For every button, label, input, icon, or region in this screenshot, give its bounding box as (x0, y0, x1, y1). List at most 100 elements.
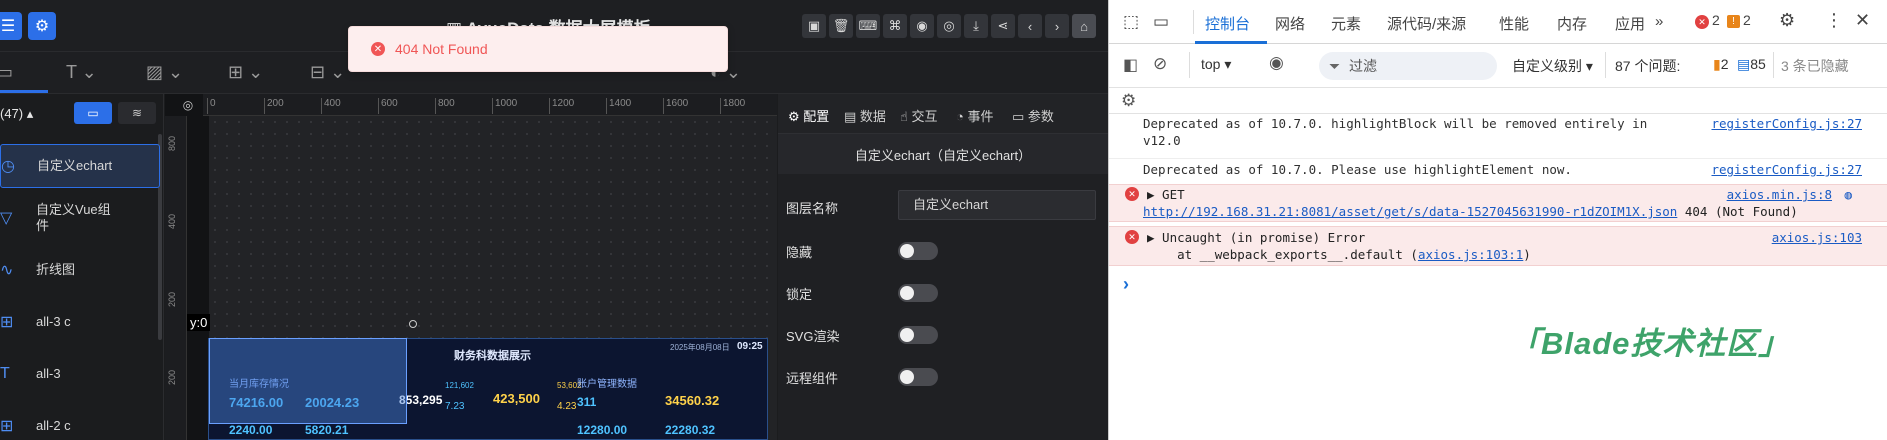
console-message: Deprecated as of 10.7.0. highlightBlock … (1143, 116, 1862, 148)
tab-elements[interactable]: 元素 (1331, 13, 1361, 34)
ruler-top: 0 200 400 600 800 1000 1200 1400 1600 1800 (203, 94, 777, 116)
hide-label: 隐藏 (786, 245, 813, 260)
settings-button[interactable]: ⚙ (28, 12, 56, 40)
settings-gear-icon[interactable]: ⚙ (1779, 10, 1795, 31)
toast-message: 404 Not Found (395, 41, 488, 57)
issues-warning[interactable]: ▮2 (1713, 56, 1729, 73)
tool-active-indicator (0, 90, 48, 93)
issues-info[interactable]: ▤85 (1737, 56, 1766, 73)
tab-memory[interactable]: 内存 (1557, 13, 1587, 34)
source-link[interactable]: axios.js:103 (1772, 230, 1862, 245)
sidebar-toggle-icon[interactable]: ◧ (1123, 55, 1138, 75)
layer-item[interactable]: ⊞ all-2 c (0, 404, 160, 440)
warning-count-icon[interactable]: ! (1727, 15, 1740, 28)
ruler-tick: 1800 (720, 98, 745, 114)
chart-icon: ◷ (1, 158, 15, 175)
property-panel: ⚙ 配置 ▤ 数据 ☝ 交互 ◔ 事件 ▭ 参数 自定义echart（自定义ec… (778, 94, 1108, 440)
vue-icon: ▽ (0, 210, 13, 227)
error-count[interactable]: 2 (1712, 12, 1720, 28)
keyboard-icon[interactable]: ⌨ (856, 14, 880, 38)
desktop-view-icon[interactable]: ▭ (74, 102, 112, 124)
source-link[interactable]: registerConfig.js:27 (1711, 162, 1862, 177)
tool-grid-icon[interactable]: ⊞ ⌄ (228, 62, 263, 83)
issues-label[interactable]: 87 个问题: (1615, 56, 1680, 76)
tab-console[interactable]: 控制台 (1205, 13, 1250, 34)
layer-item[interactable]: ◷ 自定义echart (0, 144, 160, 188)
tab-interaction[interactable]: ☝ 交互 (900, 106, 938, 125)
selected-component-box[interactable] (209, 338, 407, 424)
warning-count[interactable]: 2 (1743, 12, 1751, 28)
tab-events[interactable]: ◔ 事件 (956, 106, 993, 125)
hide-toggle[interactable] (898, 242, 938, 260)
remote-component-label: 远程组件 (786, 371, 839, 386)
source-link[interactable]: axios.min.js:8 (1727, 187, 1832, 202)
log-level-select[interactable]: 自定义级别 ▾ (1512, 56, 1593, 76)
rotate-handle[interactable] (409, 320, 417, 328)
preview-value: 34560.32 (665, 393, 720, 408)
ruler-tick: 800 (167, 136, 177, 152)
canvas-eye-icon[interactable]: ◎ (173, 94, 203, 116)
layer-item[interactable]: ∿ 折线图 (0, 248, 160, 292)
layer-item[interactable]: ▽ 自定义Vue组件 (0, 196, 160, 240)
live-expression-eye-icon[interactable]: ◉ (1269, 53, 1284, 73)
tool-text-icon[interactable]: T ⌄ (66, 62, 97, 83)
menu-button[interactable]: ☰ (0, 12, 22, 40)
more-tabs-icon[interactable]: » (1655, 13, 1663, 30)
tab-network[interactable]: 网络 (1275, 13, 1305, 34)
home-icon[interactable]: ⌂ (1072, 14, 1096, 38)
redo-chevron-right-icon[interactable]: › (1045, 14, 1069, 38)
code-icon[interactable]: ⌘ (883, 14, 907, 38)
delete-icon[interactable]: 🗑 (829, 14, 853, 38)
download-icon[interactable]: ⤓ (964, 14, 988, 38)
tool-chart-icon[interactable]: ▭ (0, 62, 13, 83)
preview-eye-icon[interactable]: ◎ (937, 14, 961, 38)
screen: ☰ ⚙ ▥ AvueData 数据大屏模板 ▣ 🗑 ⌨ ⌘ ◉ ◎ ⤓ ⋖ ‹ … (0, 0, 1887, 440)
layer-name-input[interactable]: 自定义echart (898, 190, 1096, 220)
line-chart-icon: ∿ (0, 262, 14, 279)
console-settings-row: ⚙ (1109, 88, 1887, 114)
tab-sources[interactable]: 源代码/来源 (1387, 13, 1466, 34)
tool-image-icon[interactable]: ▨ ⌄ (146, 62, 183, 83)
context-select[interactable]: top ▾ (1201, 56, 1231, 73)
share-icon[interactable]: ⋖ (991, 14, 1015, 38)
close-icon[interactable]: ✕ (1855, 10, 1870, 31)
stack-link[interactable]: axios.js:103:1 (1418, 247, 1523, 262)
clear-console-icon[interactable]: ⊘ (1153, 54, 1167, 74)
preview-title: 财务科数据展示 (454, 350, 531, 362)
database-icon[interactable]: ≋ (118, 102, 156, 124)
save-icon[interactable]: ▣ (802, 14, 826, 38)
error-icon: ✕ (1125, 187, 1139, 201)
ruler-tick: 200 (167, 370, 177, 386)
undo-chevron-left-icon[interactable]: ‹ (1018, 14, 1042, 38)
more-options-icon[interactable]: ⋮ (1825, 10, 1843, 31)
svg-render-toggle[interactable] (898, 326, 938, 344)
tab-performance[interactable]: 性能 (1499, 13, 1529, 34)
grid-icon: ⊞ (0, 418, 14, 435)
error-icon: ✕ (371, 42, 385, 56)
network-icon[interactable]: ◍ (1844, 187, 1852, 202)
source-link[interactable]: registerConfig.js:27 (1711, 116, 1862, 131)
tool-table-icon[interactable]: ⊟ ⌄ (310, 62, 345, 83)
console-settings-gear-icon[interactable]: ⚙ (1121, 91, 1136, 111)
tab-application[interactable]: 应用 (1615, 13, 1645, 34)
tab-params[interactable]: ▭ 参数 (1012, 106, 1054, 125)
console-prompt[interactable]: › (1123, 274, 1129, 295)
tab-data[interactable]: ▤ 数据 (844, 106, 886, 125)
y-coordinate-label: y:0 (187, 314, 211, 331)
console-message: Deprecated as of 10.7.0. Please use high… (1109, 158, 1887, 180)
tab-config[interactable]: ⚙ 配置 (788, 106, 829, 125)
layer-item[interactable]: Tall-3 (0, 352, 160, 396)
error-count-icon[interactable]: ✕ (1695, 15, 1709, 29)
ruler-tick: 0 (207, 98, 216, 114)
divider (1189, 52, 1190, 78)
inspect-icon[interactable]: ⬚ (1123, 12, 1139, 32)
lock-toggle[interactable] (898, 284, 938, 302)
camera-icon[interactable]: ◉ (910, 14, 934, 38)
request-url-link[interactable]: http://192.168.31.21:8081/asset/get/s/da… (1143, 204, 1677, 219)
device-toggle-icon[interactable]: ▭ (1153, 12, 1169, 32)
filter-icon: ⏷ (1329, 58, 1341, 74)
layer-item[interactable]: ⊞ all-3 c (0, 300, 160, 344)
property-tabs: ⚙ 配置 ▤ 数据 ☝ 交互 ◔ 事件 ▭ 参数 (778, 94, 1108, 134)
remote-component-toggle[interactable] (898, 368, 938, 386)
filter-input[interactable]: ⏷ 过滤 (1319, 52, 1497, 80)
